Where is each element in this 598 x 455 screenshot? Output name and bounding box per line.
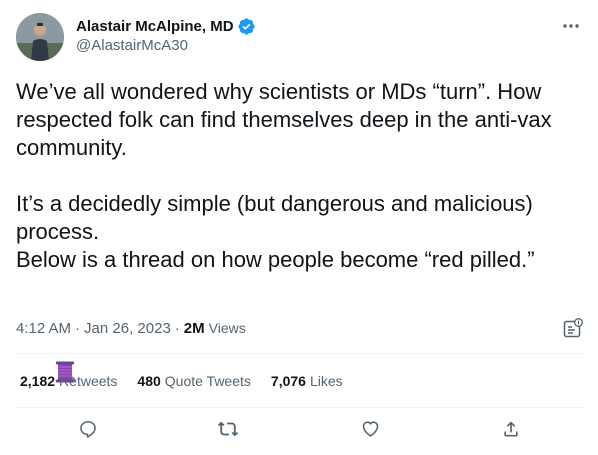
retweet-icon (217, 418, 239, 445)
tweet-paragraph-2-line-1: It’s a decidedly simple (but dangerous a… (16, 191, 539, 244)
tweet-time[interactable]: 4:12 AM (16, 320, 71, 337)
retweets-stat[interactable]: 2,182 Retweets (20, 373, 117, 389)
views-label: Views (208, 320, 246, 336)
avatar-photo (16, 13, 64, 61)
tweet-date[interactable]: Jan 26, 2023 (84, 320, 171, 337)
more-options-button[interactable] (558, 14, 584, 36)
meta-separator: · (75, 319, 81, 337)
heart-icon (360, 418, 381, 444)
name-row: Alastair McAlpine, MD (76, 16, 256, 36)
tweet-meta: 4:12 AM · Jan 26, 2023 · 2M Views (16, 318, 584, 338)
tweet-card: Alastair McAlpine, MD @AlastairMcA30 We’… (0, 0, 598, 455)
analytics-icon (562, 318, 584, 343)
quote-tweets-label: Quote Tweets (164, 373, 251, 389)
likes-stat[interactable]: 7,076 Likes (271, 373, 343, 389)
divider-top (16, 353, 582, 354)
likes-count: 7,076 (270, 373, 306, 389)
like-button[interactable] (356, 417, 384, 445)
share-button[interactable] (497, 417, 525, 445)
author-handle[interactable]: @AlastairMcA30 (76, 37, 256, 54)
views-count: 2M (183, 319, 205, 337)
author-block: Alastair McAlpine, MD @AlastairMcA30 (76, 16, 256, 54)
retweets-count: 2,182 (20, 373, 56, 389)
reply-icon (78, 419, 98, 444)
quote-tweets-count: 480 (137, 373, 161, 389)
reply-button[interactable] (74, 417, 102, 445)
tweet-paragraph-2-line-2: Below is a thread on how people become “… (16, 247, 535, 272)
tweet-paragraph-1: We’ve all wondered why scientists or MDs… (16, 79, 558, 160)
tweet-header: Alastair McAlpine, MD @AlastairMcA30 (16, 12, 586, 62)
quote-tweets-stat[interactable]: 480 Quote Tweets (137, 373, 251, 389)
retweets-label: Retweets (59, 373, 118, 389)
tweet-emoji-line (16, 274, 582, 383)
tweet-stats: 2,182 Retweets 480 Quote Tweets 7,076 Li… (20, 371, 363, 391)
retweet-button[interactable] (214, 417, 242, 445)
meta-separator-2: · (174, 319, 180, 337)
tweet-actions (16, 417, 582, 445)
likes-label: Likes (309, 373, 343, 389)
tweet-text: We’ve all wondered why scientists or MDs… (16, 78, 582, 383)
more-options-icon (562, 16, 580, 34)
analytics-button[interactable] (562, 317, 584, 339)
author-display-name[interactable]: Alastair McAlpine, MD (76, 18, 234, 35)
share-icon (501, 419, 521, 444)
divider-bottom (16, 407, 582, 408)
tweet-blank-line: ​ (16, 162, 582, 190)
avatar[interactable] (16, 13, 64, 61)
verified-badge-icon (237, 17, 256, 36)
